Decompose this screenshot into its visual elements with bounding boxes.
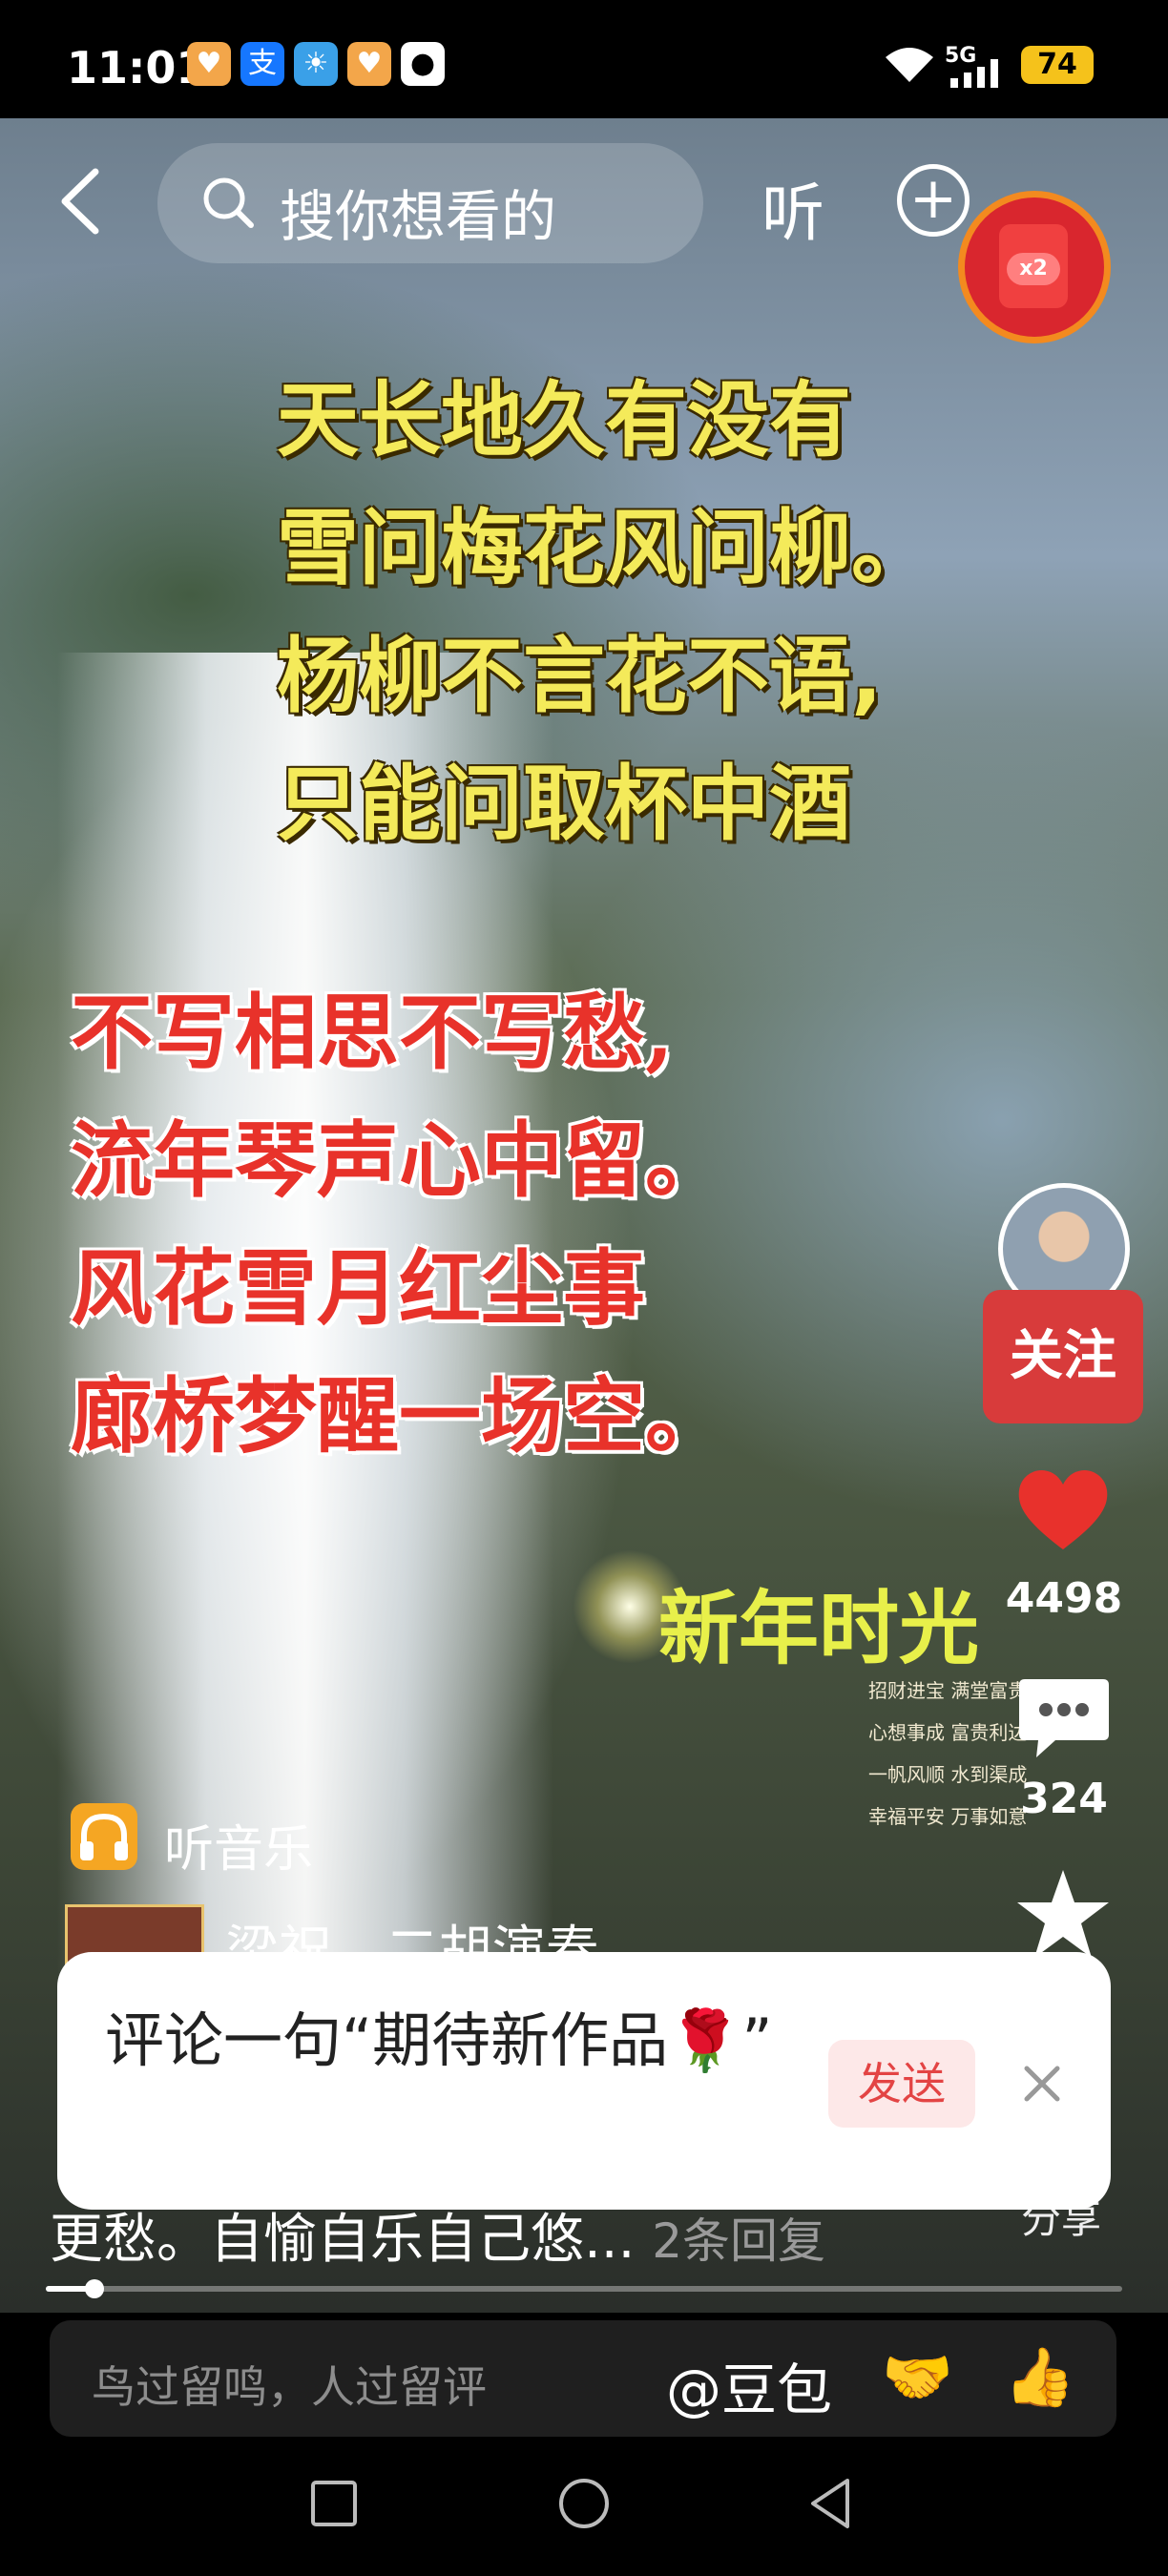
search-bar[interactable]: 搜你想看的: [157, 143, 703, 263]
poem-line: 廊桥梦醒一场空。: [71, 1368, 727, 1465]
battery-indicator: 74: [1021, 46, 1094, 84]
heart-icon[interactable]: [1015, 1467, 1111, 1553]
comment-input-bar[interactable]: 鸟过留鸣，人过留评 @豆包 🤝 👍: [50, 2320, 1116, 2437]
comment-preview-text: 更愁。自愉自乐自己悠...: [50, 2209, 636, 2271]
search-placeholder: 搜你想看的: [280, 184, 557, 249]
qq-penguin-icon: ●: [401, 42, 445, 86]
clock: 11:01: [67, 42, 207, 93]
signal-icon: [950, 59, 998, 88]
nav-back-icon[interactable]: [803, 2475, 861, 2532]
add-button[interactable]: +: [897, 164, 970, 237]
multiplier-badge: x2: [1007, 253, 1060, 285]
video-caption: 新年时光: [658, 1581, 980, 1675]
mention-doubao-button[interactable]: @豆包: [666, 2345, 832, 2425]
recent-apps-icon[interactable]: [305, 2475, 363, 2532]
red-packet-icon: x2: [999, 224, 1068, 308]
handshake-emoji-button[interactable]: 🤝: [882, 2343, 953, 2411]
status-bar: 11:01 ♥ 支 ☀ ♥ ● 5G 74: [0, 0, 1168, 118]
video-small-text: 心想事成 富贵利达: [868, 1721, 1028, 1744]
close-icon[interactable]: [1012, 2053, 1073, 2114]
heart-app-icon: ♥: [187, 42, 231, 86]
video-progress-bar[interactable]: [46, 2279, 1122, 2298]
back-arrow-icon: [61, 168, 99, 235]
video-small-text: 招财进宝 满堂富贵: [868, 1679, 1028, 1702]
poem-line: 只能问取杯中酒: [277, 757, 851, 852]
send-button[interactable]: 发送: [828, 2040, 975, 2128]
headphones-icon: [71, 1803, 137, 1870]
comment-suggestion-popup: 评论一句“期待新作品🌹” 发送: [57, 1952, 1111, 2210]
alipay-icon: 支: [240, 42, 284, 86]
comment-icon[interactable]: [1017, 1675, 1111, 1761]
poem-line: 天长地久有没有: [277, 373, 851, 468]
poem-line: 杨柳不言花不语,: [277, 629, 883, 724]
comment-input-placeholder[interactable]: 鸟过留鸣，人过留评: [92, 2353, 487, 2416]
suggested-comment-text: 评论一句“期待新作品🌹”: [105, 2005, 773, 2075]
like-count: 4498: [1005, 1574, 1123, 1623]
weather-icon: ☀: [294, 42, 338, 86]
follow-button[interactable]: 关注: [983, 1290, 1143, 1423]
listen-button[interactable]: 听: [761, 162, 824, 254]
system-nav-bar: [0, 2437, 1168, 2576]
poem-line: 不写相思不写愁,: [71, 985, 674, 1081]
poem-line: 流年琴声心中留。: [71, 1112, 727, 1209]
music-label[interactable]: 听音乐: [164, 1809, 313, 1880]
poem-line: 风花雪月红尘事: [71, 1240, 645, 1337]
star-icon[interactable]: [1015, 1868, 1111, 1960]
home-icon[interactable]: [555, 2475, 613, 2532]
comment-count: 324: [1020, 1775, 1108, 1823]
progress-handle[interactable]: [84, 2279, 104, 2298]
thumbs-up-emoji-button[interactable]: 👍: [1004, 2343, 1075, 2411]
red-packet-button[interactable]: x2: [958, 191, 1111, 343]
wifi-icon: [886, 48, 933, 82]
search-icon: [203, 177, 254, 228]
back-button[interactable]: [53, 168, 111, 235]
heart-app-icon: ♥: [347, 42, 391, 86]
reply-count[interactable]: 2条回复: [652, 2213, 825, 2269]
poem-line: 雪问梅花风问柳。: [277, 501, 933, 596]
